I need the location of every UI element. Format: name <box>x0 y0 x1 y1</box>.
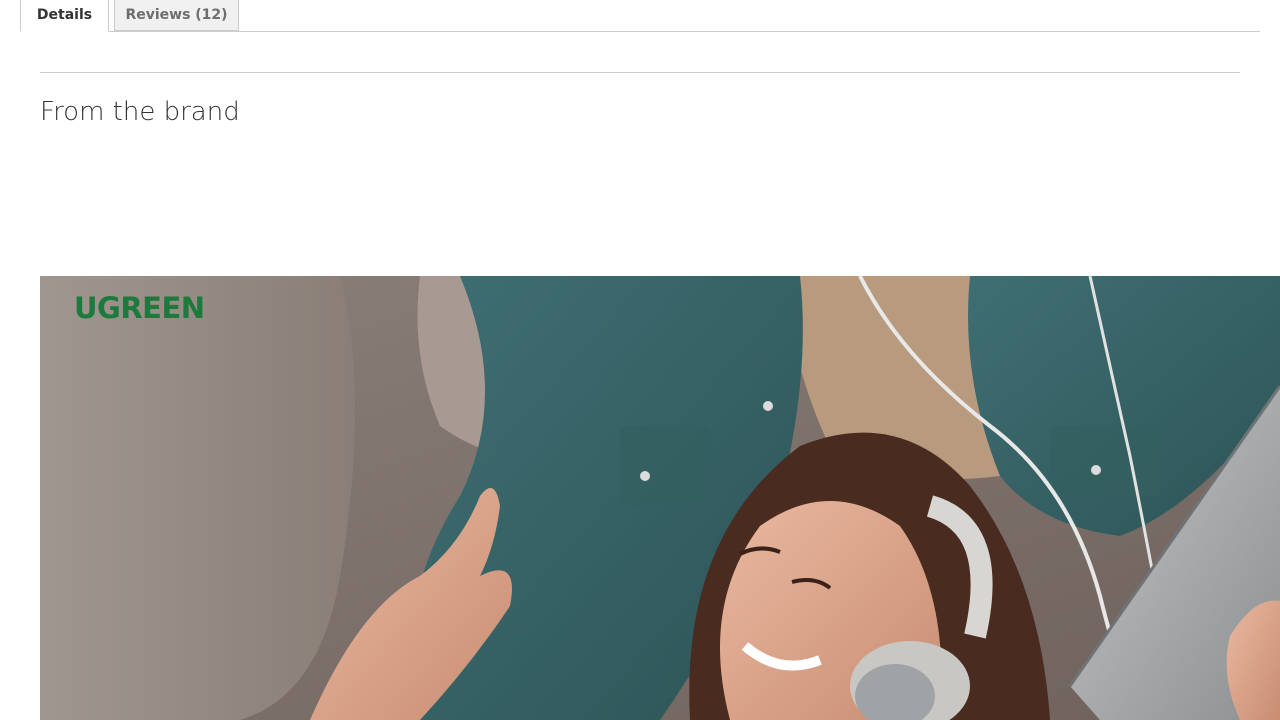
brand-hero-image: UGREEN <box>40 276 1280 720</box>
section-title: From the brand <box>40 97 240 127</box>
product-tabs: Details Reviews (12) <box>20 0 1260 32</box>
tab-reviews[interactable]: Reviews (12) <box>114 0 239 31</box>
brand-logo: UGREEN <box>74 291 205 325</box>
section-divider <box>40 72 1240 73</box>
tab-details[interactable]: Details <box>20 0 109 32</box>
hero-photo <box>40 276 1280 720</box>
